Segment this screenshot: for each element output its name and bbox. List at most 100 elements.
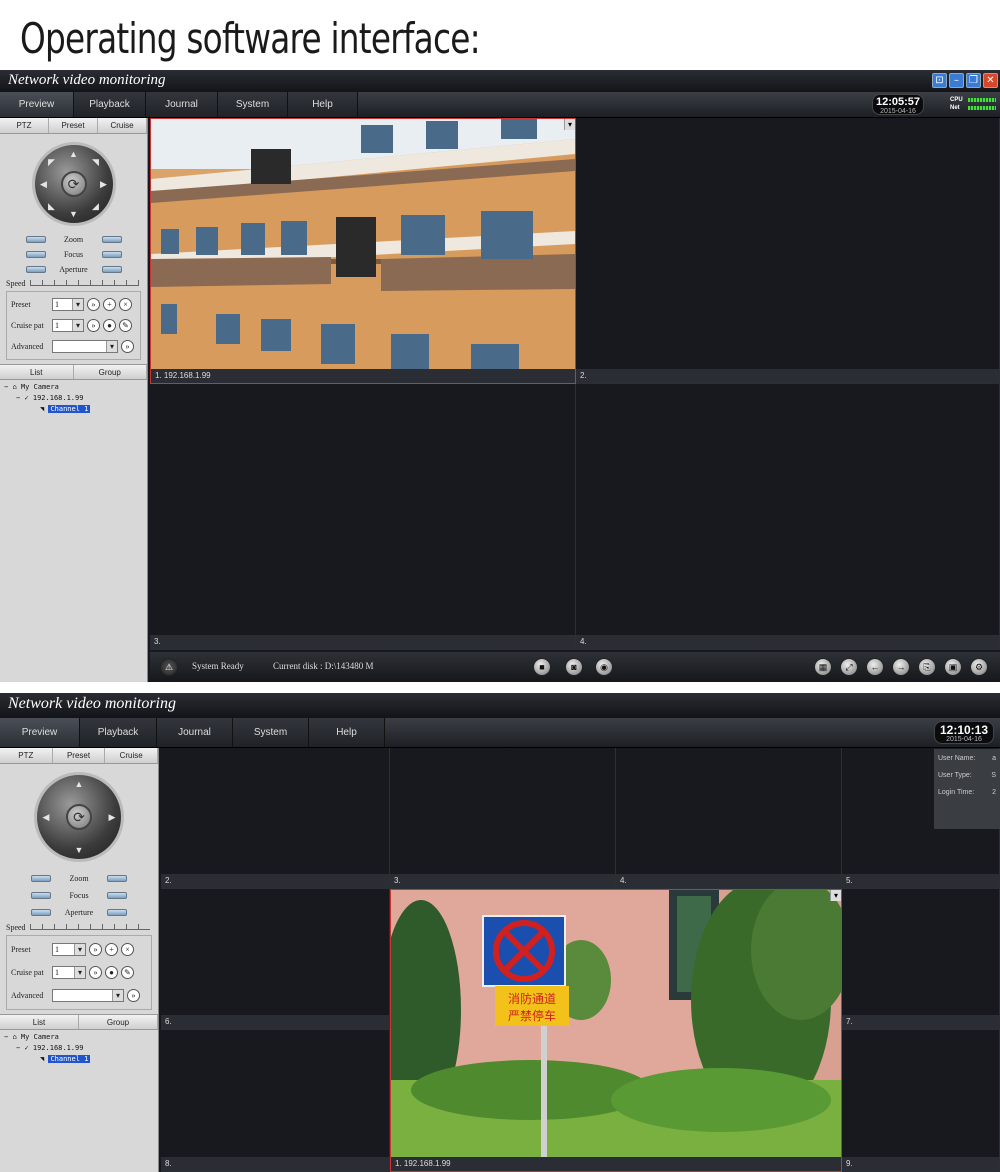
aperture-open-button[interactable] (107, 909, 127, 916)
video-cell-2[interactable]: 2. (576, 118, 1000, 384)
up-left-arrow-icon[interactable]: ◤ (47, 157, 57, 167)
tree-channel[interactable]: ◥ Channel 1 (4, 404, 143, 415)
ptz-joystick[interactable]: ▲ ▼ ◀ ▶ ⟳ (34, 772, 124, 862)
video-cell-1[interactable]: 1. 192.168.1.99 (150, 118, 576, 384)
ptz-joystick[interactable]: ▲ ▼ ◀ ▶ ◤ ◥ ◣ ◢ ⟳ (31, 142, 116, 226)
play-cruise-icon[interactable]: » (89, 966, 102, 979)
up-arrow-icon[interactable]: ▲ (74, 779, 84, 789)
lock-icon[interactable]: ⊡ (932, 73, 947, 88)
tab-preset[interactable]: Preset (53, 748, 106, 763)
aperture-close-button[interactable] (25, 266, 46, 273)
preset-select[interactable]: 1 (52, 943, 86, 956)
menu-system[interactable]: System (233, 718, 309, 747)
play-cruise-icon[interactable]: » (87, 319, 100, 332)
tree-root[interactable]: − ⌂ My Camera (4, 1032, 154, 1043)
video-cell-3[interactable]: 3. (150, 384, 576, 650)
down-right-arrow-icon[interactable]: ◢ (91, 201, 101, 211)
video-cell-1[interactable]: 消防通道 严禁停车 1. 192.168.1.99 (390, 889, 842, 1172)
menu-playback[interactable]: Playback (80, 718, 157, 747)
snapshot-icon[interactable]: ◉ (595, 658, 613, 676)
menu-help[interactable]: Help (309, 718, 385, 747)
stop-all-icon[interactable]: ■ (533, 658, 551, 676)
tab-list[interactable]: List (0, 1015, 79, 1029)
delete-preset-icon[interactable]: × (119, 298, 132, 311)
video-cell-9[interactable]: 9. (842, 1030, 1000, 1172)
delete-preset-icon[interactable]: × (121, 943, 134, 956)
menu-preview[interactable]: Preview (0, 92, 74, 117)
cruise-select[interactable]: 1 (52, 966, 86, 979)
zoom-in-button[interactable] (107, 875, 127, 882)
down-arrow-icon[interactable]: ▼ (69, 209, 79, 219)
zoom-out-button[interactable] (25, 236, 46, 243)
video-cell-4[interactable]: 4. (616, 748, 842, 889)
video-cell-4[interactable]: 4. (576, 384, 1000, 650)
focus-near-button[interactable] (31, 892, 51, 899)
tab-group[interactable]: Group (79, 1015, 158, 1029)
call-preset-icon[interactable]: » (87, 298, 100, 311)
tree-root[interactable]: − ⌂ My Camera (4, 382, 143, 393)
close-button[interactable]: ✕ (983, 73, 998, 88)
tab-group[interactable]: Group (74, 365, 147, 379)
speed-ticks[interactable] (29, 924, 150, 930)
stop-cruise-icon[interactable]: ● (103, 319, 116, 332)
menu-journal[interactable]: Journal (146, 92, 218, 117)
video-cell-2[interactable]: 2. (161, 748, 390, 889)
next-page-icon[interactable]: → (892, 658, 910, 676)
menu-help[interactable]: Help (288, 92, 358, 117)
left-arrow-icon[interactable]: ◀ (41, 812, 51, 822)
down-arrow-icon[interactable]: ▼ (74, 845, 84, 855)
speed-slider[interactable]: Speed (0, 277, 147, 289)
add-preset-icon[interactable]: + (103, 298, 116, 311)
zoom-out-button[interactable] (31, 875, 51, 882)
tree-device[interactable]: − ✓ 192.168.1.99 (4, 1043, 154, 1054)
advanced-select[interactable] (52, 340, 118, 353)
advanced-select[interactable] (52, 989, 124, 1002)
add-preset-icon[interactable]: + (105, 943, 118, 956)
advanced-go-icon[interactable]: » (121, 340, 134, 353)
auto-rotate-icon[interactable]: ⟳ (66, 804, 92, 830)
warning-icon[interactable]: ⚠ (160, 658, 178, 676)
tab-cruise[interactable]: Cruise (105, 748, 159, 763)
speed-ticks[interactable] (29, 280, 139, 286)
right-arrow-icon[interactable]: ▶ (107, 812, 117, 822)
edit-cruise-icon[interactable]: ✎ (121, 966, 134, 979)
tab-list[interactable]: List (0, 365, 74, 379)
speed-slider[interactable]: Speed (0, 921, 158, 933)
video-cell-6[interactable]: 6. (161, 889, 390, 1030)
aperture-close-button[interactable] (31, 909, 51, 916)
layout-icon[interactable]: ▦ (814, 658, 832, 676)
focus-far-button[interactable] (107, 892, 127, 899)
restore-button[interactable]: ❐ (966, 73, 981, 88)
zoom-in-button[interactable] (101, 236, 122, 243)
advanced-go-icon[interactable]: » (127, 989, 140, 1002)
aperture-open-button[interactable] (101, 266, 122, 273)
save-icon[interactable]: ▣ (944, 658, 962, 676)
tab-ptz[interactable]: PTZ (0, 748, 53, 763)
menu-playback[interactable]: Playback (74, 92, 146, 117)
record-icon[interactable]: ◙ (565, 658, 583, 676)
up-right-arrow-icon[interactable]: ◥ (91, 157, 101, 167)
tab-ptz[interactable]: PTZ (0, 118, 49, 133)
prev-page-icon[interactable]: ← (866, 658, 884, 676)
tab-cruise[interactable]: Cruise (98, 118, 147, 133)
preset-select[interactable]: 1 (52, 298, 84, 311)
call-preset-icon[interactable]: » (89, 943, 102, 956)
fullscreen-icon[interactable]: ⤢ (840, 658, 858, 676)
right-arrow-icon[interactable]: ▶ (99, 179, 109, 189)
tab-preset[interactable]: Preset (49, 118, 98, 133)
down-left-arrow-icon[interactable]: ◣ (47, 201, 57, 211)
menu-system[interactable]: System (218, 92, 288, 117)
export-icon[interactable]: ⎘ (918, 658, 936, 676)
up-arrow-icon[interactable]: ▲ (69, 149, 79, 159)
focus-far-button[interactable] (101, 251, 122, 258)
left-arrow-icon[interactable]: ◀ (39, 179, 49, 189)
video-cell-8[interactable]: 8. (161, 1030, 390, 1172)
auto-rotate-icon[interactable]: ⟳ (60, 171, 87, 197)
stop-cruise-icon[interactable]: ● (105, 966, 118, 979)
minimize-button[interactable]: – (949, 73, 964, 88)
cruise-select[interactable]: 1 (52, 319, 84, 332)
focus-near-button[interactable] (25, 251, 46, 258)
tree-channel[interactable]: ◥ Channel 1 (4, 1054, 154, 1065)
tree-device[interactable]: − ✓ 192.168.1.99 (4, 393, 143, 404)
settings-icon[interactable]: ⚙ (970, 658, 988, 676)
